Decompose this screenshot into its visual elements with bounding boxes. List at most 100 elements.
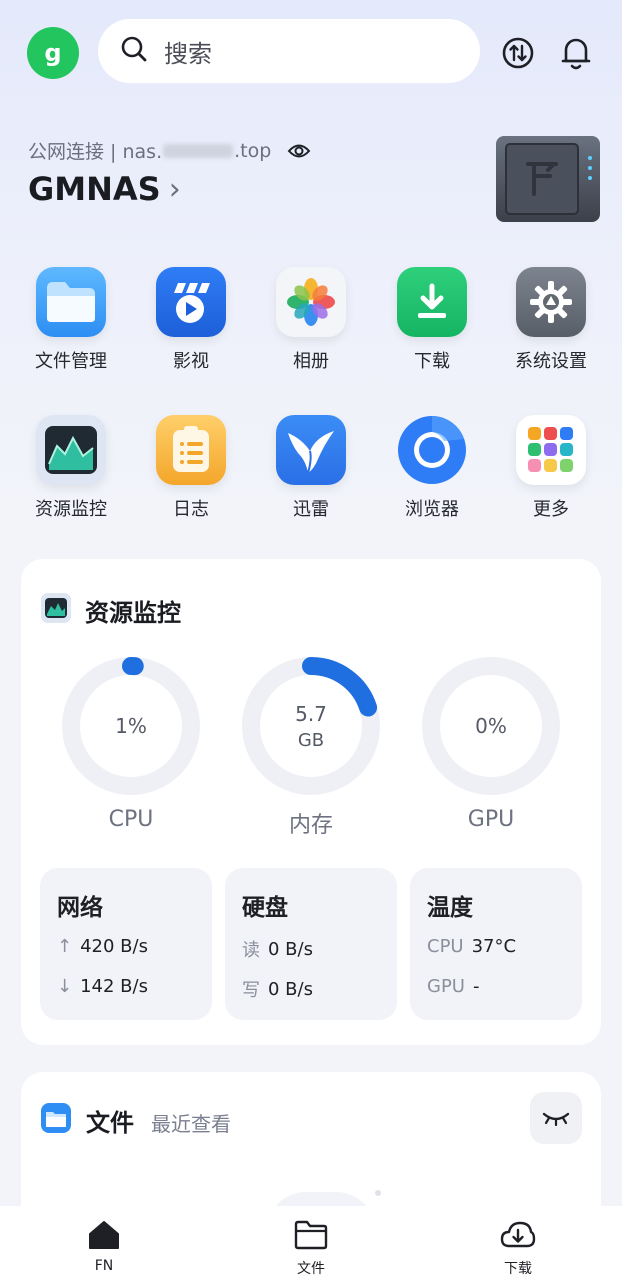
nav-download[interactable]: 下载	[473, 1220, 563, 1278]
memory-unit: GB	[297, 730, 325, 751]
files-card-subtitle: 最近查看	[151, 1112, 231, 1136]
disk-read-key: 读	[242, 940, 260, 961]
transfer-button[interactable]	[500, 35, 536, 71]
disk-write-value: 0 B/s	[268, 978, 313, 1000]
app-xunlei[interactable]: 迅雷	[256, 415, 366, 521]
connection-suffix: .top	[234, 139, 272, 162]
folder-small-icon	[40, 1102, 72, 1134]
decorative-dot	[375, 1190, 381, 1196]
redacted-host	[163, 143, 234, 158]
nav-files-label: 文件	[297, 1261, 325, 1277]
disk-write-row: 写 0 B/s	[242, 976, 313, 1002]
gear-icon	[516, 267, 586, 337]
gpu-temp-key: GPU	[427, 976, 465, 997]
network-download-row: ↓ 142 B/s	[57, 976, 148, 997]
monitor-small-icon	[41, 593, 71, 623]
monitor-icon	[36, 415, 106, 485]
gpu-value: 0%	[475, 714, 507, 738]
monitor-card-title: 资源监控	[85, 599, 181, 627]
eye-icon	[287, 144, 311, 157]
app-label: 资源监控	[35, 499, 107, 520]
chevron-right-icon: ›	[168, 171, 181, 207]
network-download-value: 142 B/s	[80, 976, 148, 997]
nav-home-label: FN	[94, 1258, 114, 1274]
app-label: 文件管理	[35, 351, 107, 372]
app-label: 更多	[533, 499, 569, 520]
disk-write-key: 写	[242, 980, 260, 1001]
cpu-value: 1%	[115, 714, 147, 738]
app-browser[interactable]: 浏览器	[377, 415, 487, 521]
app-resource-monitor[interactable]: 资源监控	[16, 415, 126, 521]
disk-title: 硬盘	[242, 895, 288, 921]
gpu-label: GPU	[467, 807, 515, 832]
app-label: 迅雷	[293, 499, 329, 520]
files-card-title: 文件	[86, 1109, 134, 1137]
temperature-stat[interactable]: 温度 CPU 37°C GPU -	[410, 868, 582, 1020]
arrow-down-icon: ↓	[57, 976, 73, 997]
more-apps-icon	[516, 415, 586, 485]
app-label: 系统设置	[515, 351, 587, 372]
bell-icon	[561, 38, 591, 70]
search-placeholder: 搜索	[164, 39, 212, 68]
browser-icon	[397, 415, 467, 485]
video-icon	[156, 267, 226, 337]
folder-icon	[36, 267, 106, 337]
cpu-label: CPU	[108, 807, 154, 832]
app-label: 影视	[173, 351, 209, 372]
disk-stat[interactable]: 硬盘 读 0 B/s 写 0 B/s	[225, 868, 397, 1020]
disk-read-row: 读 0 B/s	[242, 936, 313, 962]
download-cloud-icon	[500, 1221, 536, 1248]
cpu-temp-key: CPU	[427, 936, 464, 957]
app-download[interactable]: 下载	[377, 267, 487, 373]
connection-prefix: 公网连接 | nas.	[28, 141, 163, 163]
connection-info: 公网连接 | nas. .top	[28, 137, 311, 164]
cpu-gauge: 1%	[59, 654, 203, 798]
photos-icon	[276, 267, 346, 337]
app-photos[interactable]: 相册	[256, 267, 366, 373]
network-upload-value: 420 B/s	[80, 936, 148, 957]
bottom-navigation: FN 文件 下载	[0, 1206, 622, 1287]
memory-gauge: 5.7 GB	[239, 654, 383, 798]
nas-device-image	[494, 134, 602, 224]
xunlei-icon	[276, 415, 346, 485]
log-icon	[156, 415, 226, 485]
resource-monitor-card[interactable]: 资源监控 1% CPU 5.7 GB 内存 0% GPU 网络 ↑ 420 B/…	[21, 559, 601, 1045]
nas-name-link[interactable]: GMNAS ›	[28, 170, 181, 208]
temperature-title: 温度	[427, 895, 473, 921]
hide-recent-button[interactable]	[530, 1092, 582, 1144]
network-upload-row: ↑ 420 B/s	[57, 936, 148, 957]
eye-closed-icon	[542, 1112, 570, 1126]
cpu-temp-row: CPU 37°C	[427, 936, 516, 957]
nas-name: GMNAS	[28, 170, 161, 208]
home-icon	[89, 1221, 119, 1249]
app-more[interactable]: 更多	[496, 415, 606, 521]
download-icon	[397, 267, 467, 337]
user-avatar[interactable]: g	[27, 27, 79, 79]
gpu-gauge: 0%	[419, 654, 563, 798]
arrow-up-icon: ↑	[57, 936, 73, 957]
app-file-manager[interactable]: 文件管理	[16, 267, 126, 373]
search-icon	[120, 35, 148, 67]
gpu-temp-row: GPU -	[427, 976, 479, 997]
app-label: 浏览器	[405, 499, 459, 520]
app-label: 相册	[293, 351, 329, 372]
nav-home[interactable]: FN	[59, 1220, 149, 1274]
network-stat[interactable]: 网络 ↑ 420 B/s ↓ 142 B/s	[40, 868, 212, 1020]
nav-files[interactable]: 文件	[266, 1220, 356, 1278]
gpu-temp-value: -	[472, 976, 480, 997]
notification-button[interactable]	[558, 33, 594, 73]
toggle-visibility-button[interactable]	[287, 142, 311, 160]
folder-outline-icon	[294, 1220, 328, 1250]
app-label: 下载	[414, 351, 450, 372]
transfer-icon	[502, 37, 534, 69]
network-title: 网络	[57, 895, 103, 921]
app-label: 日志	[173, 499, 209, 520]
app-log[interactable]: 日志	[136, 415, 246, 521]
memory-value: 5.7	[295, 702, 327, 726]
cpu-temp-value: 37°C	[471, 936, 517, 957]
app-settings[interactable]: 系统设置	[496, 267, 606, 373]
app-video[interactable]: 影视	[136, 267, 246, 373]
search-bar[interactable]: 搜索	[98, 19, 480, 83]
disk-read-value: 0 B/s	[268, 938, 313, 960]
memory-label: 内存	[288, 813, 333, 838]
